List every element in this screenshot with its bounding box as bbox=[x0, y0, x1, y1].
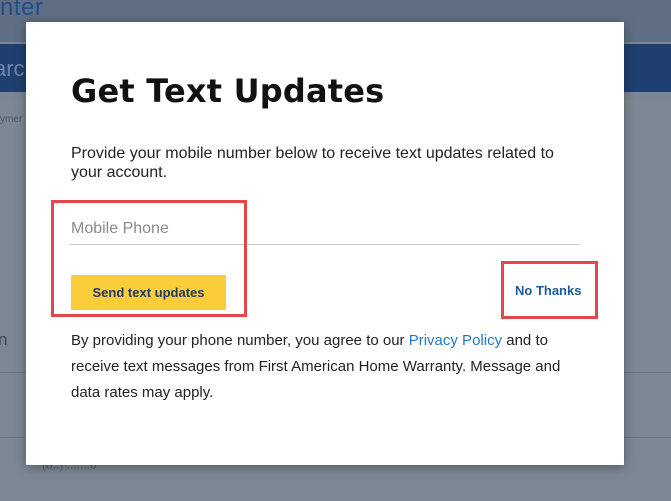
background-banner-text: arc bbox=[0, 56, 25, 81]
no-thanks-link[interactable]: No Thanks bbox=[515, 283, 581, 298]
modal-description: Provide your mobile number below to rece… bbox=[71, 145, 554, 181]
modal-title: Get Text Updates bbox=[71, 72, 385, 110]
background-side-text: n bbox=[0, 330, 8, 349]
page: nter arc ymer n (8..) .......0 Get Text … bbox=[0, 0, 671, 501]
consent-text: By providing your phone number, you agre… bbox=[71, 328, 581, 406]
background-header-title: nter bbox=[0, 0, 44, 21]
background-breadcrumb: ymer bbox=[0, 114, 23, 125]
privacy-policy-link[interactable]: Privacy Policy bbox=[409, 332, 502, 349]
text-updates-modal: Get Text Updates Provide your mobile num… bbox=[26, 22, 624, 465]
send-text-updates-button[interactable]: Send text updates bbox=[71, 275, 226, 310]
consent-prefix: By providing your phone number, you agre… bbox=[71, 332, 409, 349]
mobile-phone-input[interactable] bbox=[70, 214, 580, 245]
